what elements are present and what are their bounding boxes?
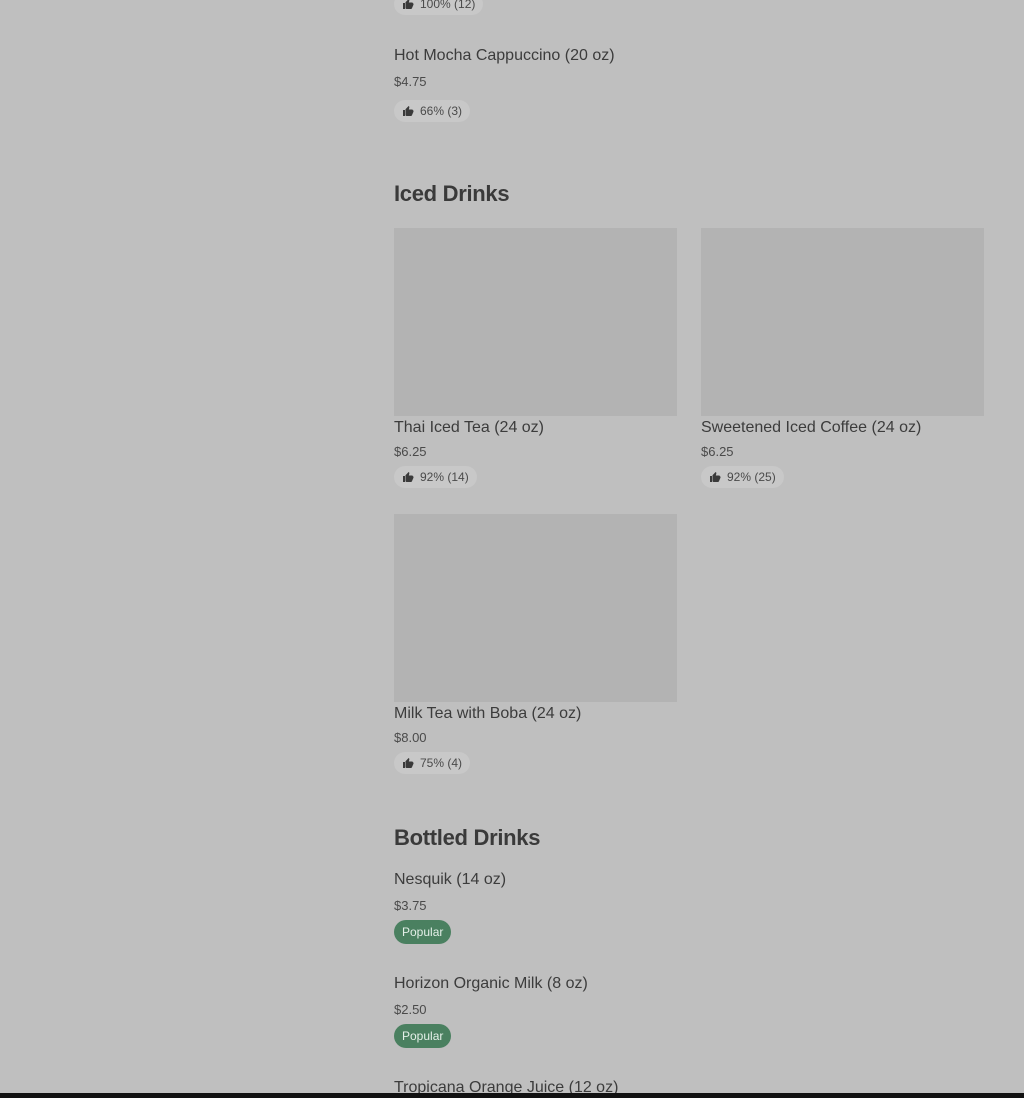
rating-text: 100% (12) [420, 0, 476, 11]
rating-badge: 92% (25) [701, 466, 784, 488]
item-image[interactable] [701, 228, 984, 416]
thumbs-up-icon [403, 472, 414, 482]
menu-item-name[interactable]: Nesquik (14 oz) [394, 871, 506, 889]
rating-text: 92% (14) [420, 470, 469, 484]
popular-badge: Popular [394, 1024, 452, 1048]
menu-item-price: $6.25 [701, 444, 734, 459]
item-image[interactable] [394, 514, 677, 702]
menu-item-name[interactable]: Thai Iced Tea (24 oz) [394, 419, 544, 437]
rating-text: 66% (3) [420, 104, 463, 118]
thumbs-up-icon [403, 758, 414, 768]
rating-badge: 75% (4) [394, 752, 471, 774]
section-title-bottled-drinks: Bottled Drinks [394, 825, 541, 850]
menu-item-price: $4.75 [394, 74, 427, 89]
rating-text: 92% (25) [727, 470, 776, 484]
thumbs-up-icon [403, 0, 414, 9]
rating-badge: 66% (3) [394, 100, 471, 122]
rating-badge: 92% (14) [394, 466, 477, 488]
section-title-iced-drinks: Iced Drinks [394, 181, 510, 206]
menu-page: 100% (12) Hot Mocha Cappuccino (20 oz) $… [0, 0, 1024, 1098]
rating-badge: 100% (12) [394, 0, 484, 15]
menu-item-name[interactable]: Milk Tea with Boba (24 oz) [394, 705, 581, 723]
menu-item-price: $3.75 [394, 898, 427, 913]
bottom-edge-bar [0, 1093, 1024, 1098]
thumbs-up-icon [710, 472, 721, 482]
menu-item-name[interactable]: Hot Mocha Cappuccino (20 oz) [394, 47, 615, 65]
menu-item-name[interactable]: Sweetened Iced Coffee (24 oz) [701, 419, 921, 437]
popular-badge: Popular [394, 920, 452, 944]
thumbs-up-icon [403, 106, 414, 116]
menu-item-price: $8.00 [394, 730, 427, 745]
menu-item-price: $6.25 [394, 444, 427, 459]
menu-item-price: $2.50 [394, 1002, 427, 1017]
item-image[interactable] [394, 228, 677, 416]
rating-text: 75% (4) [420, 756, 463, 770]
menu-item-name[interactable]: Horizon Organic Milk (8 oz) [394, 975, 588, 993]
